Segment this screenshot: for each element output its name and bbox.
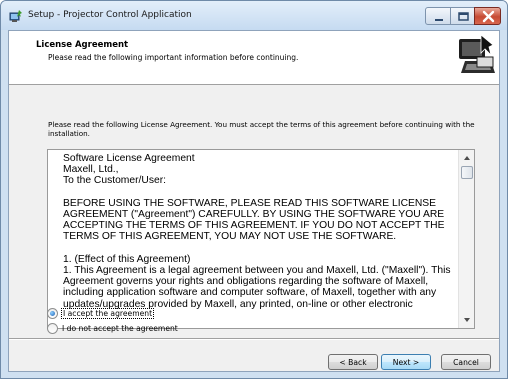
license-line: Agreement governs your rights and obliga… xyxy=(63,276,429,288)
setup-window: Setup - Projector Control Application Li… xyxy=(0,0,508,379)
license-line: BEFORE USING THE SOFTWARE, PLEASE READ T… xyxy=(63,197,437,209)
wizard-header: License Agreement Please read the follow… xyxy=(9,31,499,85)
page-subtitle: Please read the following important info… xyxy=(48,53,299,62)
decline-label[interactable]: I do not accept the agreement xyxy=(62,324,178,333)
minimize-icon xyxy=(435,19,443,21)
license-line: including application software and compu… xyxy=(63,287,437,299)
license-text: Software License Agreement Maxell, Ltd., T… xyxy=(63,153,461,310)
intro-text: Please read the following License Agreem… xyxy=(48,120,475,138)
close-icon xyxy=(482,10,495,23)
license-line: AGREEMENT ("Agreement") CAREFULLY. BY US… xyxy=(63,209,445,220)
scroll-thumb[interactable] xyxy=(461,166,473,179)
license-line: Maxell, Ltd., xyxy=(63,164,119,176)
license-line xyxy=(63,243,461,254)
setup-logo-icon xyxy=(456,34,496,80)
decline-option[interactable]: I do not accept the agreement xyxy=(47,322,178,334)
footer-divider xyxy=(9,338,499,340)
page-title: License Agreement xyxy=(36,40,129,50)
maximize-icon xyxy=(458,12,469,21)
license-line: ACCEPTING THE TERMS OF THIS AGREEMENT. I… xyxy=(63,220,445,232)
window-title: Setup - Projector Control Application xyxy=(28,10,192,20)
back-button[interactable]: < Back xyxy=(328,354,378,370)
maximize-button[interactable] xyxy=(450,7,475,25)
license-line xyxy=(63,187,461,198)
license-scrollbar[interactable] xyxy=(458,150,474,328)
license-textbox[interactable]: Software License Agreement Maxell, Ltd., T… xyxy=(47,149,475,329)
title-bar[interactable]: Setup - Projector Control Application xyxy=(1,1,507,30)
license-line: Software License Agreement xyxy=(63,153,195,164)
next-button[interactable]: Next > xyxy=(381,354,431,370)
setup-computer-icon xyxy=(9,10,22,22)
minimize-button[interactable] xyxy=(425,7,451,25)
accept-option[interactable]: I accept the agreement xyxy=(47,307,155,319)
license-line: To the Customer/User: xyxy=(63,175,167,187)
accept-radio[interactable] xyxy=(47,307,58,319)
cancel-button[interactable]: Cancel xyxy=(441,354,491,370)
decline-radio[interactable] xyxy=(47,322,58,334)
accept-label[interactable]: I accept the agreement xyxy=(60,307,155,319)
close-button[interactable] xyxy=(474,7,501,25)
wizard-page: License Agreement Please read the follow… xyxy=(8,30,500,372)
scroll-up-arrow-icon[interactable] xyxy=(459,150,475,166)
license-line: 1. (Effect of this Agreement) xyxy=(63,253,191,265)
scroll-down-arrow-icon[interactable] xyxy=(459,312,475,328)
license-line: TERMS OF THIS AGREEMENT, YOU MAY NOT USE… xyxy=(63,231,397,243)
license-line: 1. This Agreement is a legal agreement b… xyxy=(63,265,451,276)
